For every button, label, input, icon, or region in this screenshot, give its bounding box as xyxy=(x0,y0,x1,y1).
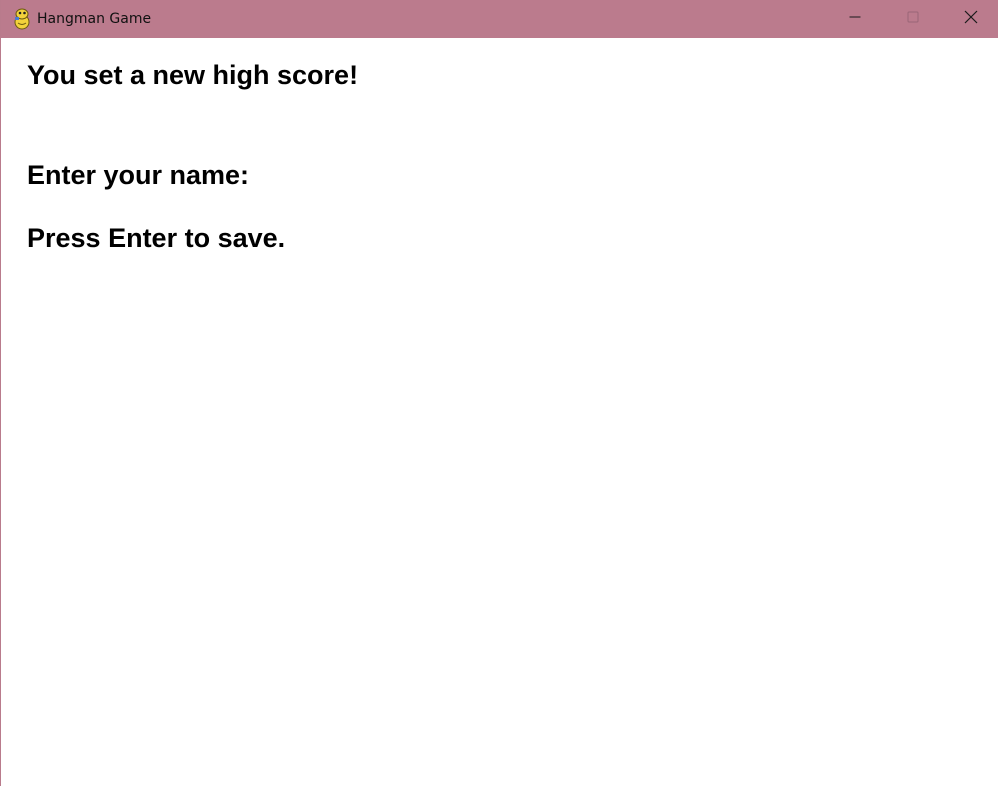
maximize-button[interactable] xyxy=(884,0,942,38)
minimize-icon xyxy=(849,10,861,28)
title-bar[interactable]: Hangman Game xyxy=(1,0,998,38)
name-entry-row[interactable]: Enter your name: xyxy=(27,160,249,190)
app-window: Hangman Game You set a new high score! E… xyxy=(0,0,998,786)
window-title: Hangman Game xyxy=(37,11,152,27)
pygame-snake-icon xyxy=(12,8,32,30)
high-score-headline: You set a new high score! xyxy=(27,60,359,90)
minimize-button[interactable] xyxy=(826,0,884,38)
close-icon xyxy=(964,10,978,29)
name-prompt-label: Enter your name: xyxy=(27,160,250,190)
save-instruction: Press Enter to save. xyxy=(27,223,286,253)
game-canvas[interactable]: You set a new high score! Enter your nam… xyxy=(1,38,998,786)
maximize-icon xyxy=(907,10,919,28)
close-button[interactable] xyxy=(942,0,998,38)
